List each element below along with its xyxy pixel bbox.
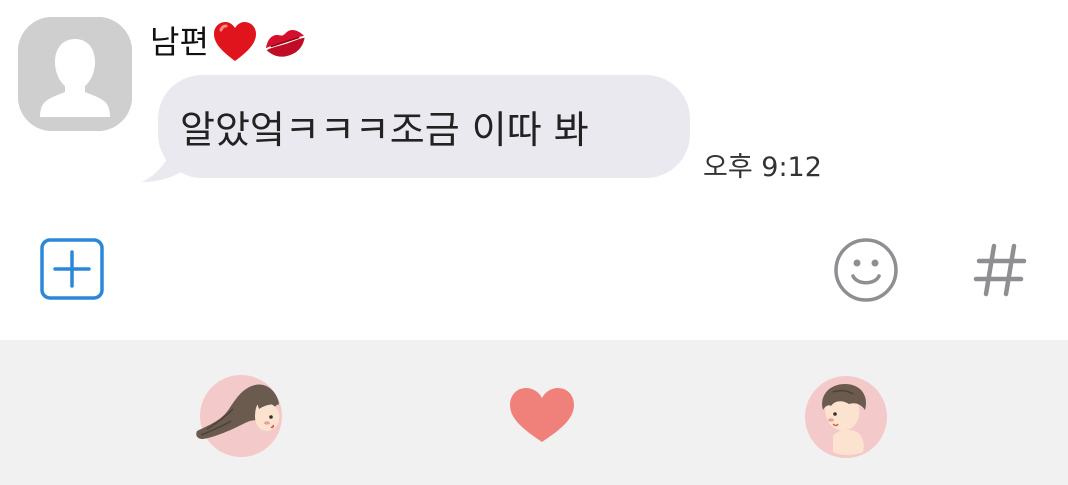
- message-text: 알았엌ㅋㅋㅋ조금 이따 봐: [180, 108, 589, 152]
- emoji-button[interactable]: [832, 236, 900, 304]
- hashtag-button[interactable]: [970, 238, 1030, 300]
- message-timestamp: 오후 9:12: [703, 152, 822, 183]
- emoji-smiley-icon: [834, 238, 898, 302]
- red-heart-icon: [211, 18, 259, 66]
- chat-screen: 남편 알았엌ㅋㅋㅋ조금 이따 봐 오후 9:12: [0, 0, 1068, 485]
- message-bubble-container: 알았엌ㅋㅋㅋ조금 이따 봐: [140, 75, 695, 185]
- default-profile-icon: [18, 17, 132, 131]
- sender-name: 남편: [150, 23, 209, 61]
- message-bubble[interactable]: 알았엌ㅋㅋㅋ조금 이따 봐: [158, 75, 690, 178]
- profile-avatar[interactable]: [18, 17, 132, 131]
- hashtag-icon: [973, 243, 1027, 297]
- heart-sticker[interactable]: [508, 386, 576, 444]
- sticker-tray: [0, 340, 1068, 485]
- sender-name-row: 남편: [150, 16, 309, 68]
- couple-boy-sticker[interactable]: [803, 374, 889, 460]
- kiss-mark-icon: [261, 18, 309, 66]
- add-plus-icon: [40, 238, 104, 300]
- couple-girl-sticker[interactable]: [193, 373, 285, 459]
- add-attachment-button[interactable]: [40, 238, 104, 300]
